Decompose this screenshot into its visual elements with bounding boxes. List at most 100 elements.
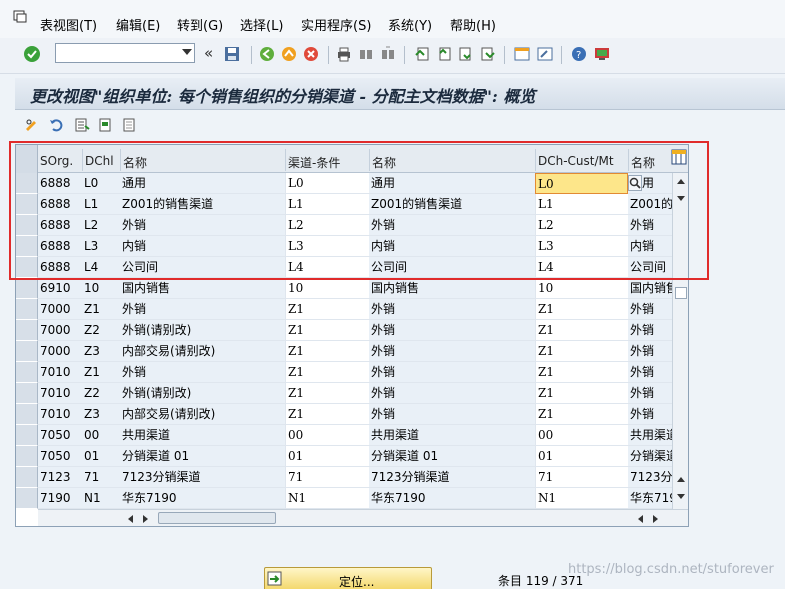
cell-dch-cust-mat[interactable]: L1 [535,194,628,215]
cancel-button[interactable] [301,44,321,64]
cell-dch-cust-mat[interactable]: Z1 [535,383,628,404]
customize-layout-button[interactable] [592,44,612,64]
undo-button[interactable] [47,116,65,134]
cell-dch-cust-mat[interactable]: L3 [535,236,628,257]
select-all-rows-cell[interactable] [16,145,38,173]
next-page-button[interactable] [456,44,476,64]
cell-channel-conditions[interactable]: N1 [285,488,369,509]
cell-channel-conditions[interactable]: 01 [285,446,369,467]
scroll-down-icon[interactable] [676,195,686,203]
exit-button[interactable] [279,44,299,64]
position-button[interactable]: 定位... [264,567,432,589]
menu-system[interactable]: 系统(Y) [388,15,432,34]
cell-dch-cust-mat[interactable]: L4 [535,257,628,278]
find-next-button[interactable] [378,44,398,64]
cell-dch-cust-mat[interactable]: 10 [535,278,628,299]
cell-channel-conditions[interactable]: Z1 [285,383,369,404]
scroll-page-up-icon[interactable] [676,475,686,483]
last-page-button[interactable] [478,44,498,64]
enter-button[interactable] [22,44,42,64]
menu-help[interactable]: 帮助(H) [450,15,496,34]
cell-dch-cust-mat-focused[interactable]: L0 [535,173,628,194]
header-name-3[interactable]: 名称 [631,154,671,171]
vertical-scrollbar[interactable] [672,173,688,509]
help-button[interactable]: ? [569,44,589,64]
header-sales-org[interactable]: SOrg. [40,154,82,168]
cell-dch-cust-mat[interactable]: L2 [535,215,628,236]
cell-channel-conditions[interactable]: L1 [285,194,369,215]
cell-dch-cust-mat[interactable]: Z1 [535,299,628,320]
scroll-far-left-icon[interactable] [636,514,644,524]
row-selector[interactable] [16,425,38,446]
menu-utilities[interactable]: 实用程序(S) [301,15,371,34]
cell-channel-conditions[interactable]: Z1 [285,341,369,362]
window-menu-icon[interactable] [13,9,27,23]
row-selector[interactable] [16,467,38,488]
header-name-2[interactable]: 名称 [372,154,532,171]
row-selector[interactable] [16,341,38,362]
chevron-down-icon[interactable] [182,49,192,55]
scroll-far-right-icon[interactable] [652,514,660,524]
header-dch-cust-mat[interactable]: DCh-Cust/Mt [538,154,626,168]
cell-dch-cust-mat[interactable]: Z1 [535,341,628,362]
scroll-up-icon[interactable] [676,177,686,185]
menu-select[interactable]: 选择(L) [240,15,283,34]
scroll-right-icon[interactable] [142,514,150,524]
find-button[interactable] [356,44,376,64]
cell-channel-conditions[interactable]: Z1 [285,362,369,383]
cell-channel-conditions[interactable]: Z1 [285,299,369,320]
menu-edit[interactable]: 编辑(E) [116,15,160,34]
scroll-thumb[interactable] [675,287,687,299]
print-button[interactable] [334,44,354,64]
save-button[interactable] [222,44,242,64]
cell-channel-conditions[interactable]: L0 [285,173,369,194]
row-selector[interactable] [16,215,38,236]
cell-channel-conditions[interactable]: L2 [285,215,369,236]
cell-dch-cust-mat[interactable]: 71 [535,467,628,488]
table-settings-button[interactable] [671,149,687,165]
cell-channel-conditions[interactable]: L3 [285,236,369,257]
cell-channel-conditions[interactable]: 00 [285,425,369,446]
row-selector[interactable] [16,320,38,341]
first-page-button[interactable] [412,44,432,64]
scroll-left-icon[interactable] [126,514,134,524]
cell-dch-cust-mat[interactable]: N1 [535,488,628,509]
select-all-button[interactable] [73,116,91,134]
row-selector[interactable] [16,446,38,467]
row-selector[interactable] [16,404,38,425]
header-dist-channel[interactable]: DChl [85,154,121,168]
horizontal-scrollbar[interactable] [38,509,688,526]
row-selector[interactable] [16,194,38,215]
row-selector[interactable] [16,257,38,278]
cell-channel-conditions[interactable]: L4 [285,257,369,278]
scroll-page-down-icon[interactable] [676,493,686,501]
cell-channel-conditions[interactable]: 71 [285,467,369,488]
header-channel-conditions[interactable]: 渠道-条件 [288,154,368,171]
create-session-button[interactable] [512,44,532,64]
shortcut-button[interactable] [535,44,555,64]
cell-dch-cust-mat[interactable]: 00 [535,425,628,446]
cell-channel-conditions[interactable]: Z1 [285,320,369,341]
deselect-all-button[interactable] [121,116,139,134]
command-field[interactable] [55,43,195,63]
collapse-command-icon[interactable]: « [204,44,213,62]
select-block-button[interactable] [97,116,115,134]
row-selector[interactable] [16,236,38,257]
menu-goto[interactable]: 转到(G) [177,15,223,34]
row-selector[interactable] [16,488,38,509]
horizontal-scroll-thumb[interactable] [158,512,276,524]
cell-dch-cust-mat[interactable]: 01 [535,446,628,467]
display-change-button[interactable] [23,116,41,134]
row-selector[interactable] [16,362,38,383]
row-selector[interactable] [16,383,38,404]
row-selector[interactable] [16,278,38,299]
back-button[interactable] [257,44,277,64]
previous-page-button[interactable] [434,44,454,64]
header-name-1[interactable]: 名称 [123,154,283,171]
row-selector[interactable] [16,173,38,194]
row-selector[interactable] [16,299,38,320]
menu-table-view[interactable]: 表视图(T) [40,15,97,34]
cell-channel-conditions[interactable]: Z1 [285,404,369,425]
cell-channel-conditions[interactable]: 10 [285,278,369,299]
cell-dch-cust-mat[interactable]: Z1 [535,362,628,383]
